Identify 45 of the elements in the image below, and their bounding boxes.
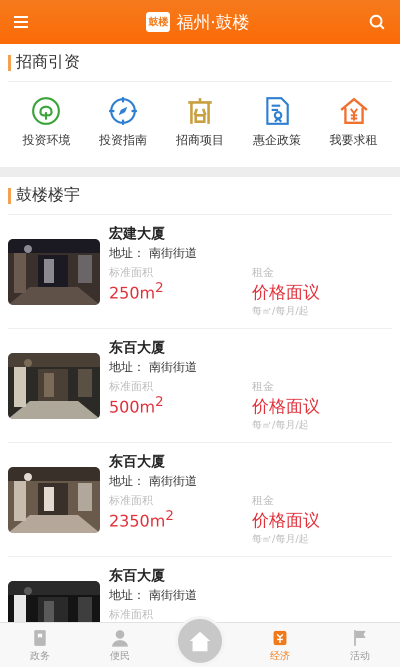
- rent-unit: 每㎡/每月/起: [252, 304, 310, 318]
- accent-bar: [8, 188, 11, 204]
- rent-unit: 每㎡/每月/起: [252, 532, 310, 546]
- rent-label: 租金: [252, 379, 275, 394]
- search-icon[interactable]: [368, 13, 386, 31]
- building-name[interactable]: 东百大厦: [109, 453, 395, 471]
- area-value: 2350m$^{2}$: [109, 509, 175, 530]
- shortcut-link[interactable]: 我要求租: [330, 132, 378, 149]
- shortcut-link[interactable]: 招商项目: [176, 132, 224, 149]
- accent-bar: [8, 54, 11, 70]
- address-text: 南街街道: [149, 473, 197, 490]
- rent-value: 价格面议: [252, 510, 321, 532]
- shortcut-link[interactable]: 投资环境: [22, 132, 70, 149]
- area-value: 250m$^{2}$: [109, 281, 165, 302]
- building-name[interactable]: 东百大厦: [109, 339, 395, 357]
- address-label: 地址：: [109, 245, 145, 262]
- area-label: 标准面积: [109, 607, 154, 622]
- shortcut-link[interactable]: 投资指南: [99, 132, 148, 149]
- rent-value: 价格面议: [252, 282, 321, 304]
- rent-label: 租金: [252, 493, 275, 508]
- building-name[interactable]: 宏建大厦: [109, 225, 395, 243]
- area-label: 标准面积: [109, 493, 154, 508]
- area-label: 标准面积: [109, 379, 154, 394]
- area-label: 标准面积: [109, 265, 154, 280]
- person-icon: [110, 628, 130, 648]
- section-title: 招商引资: [16, 52, 80, 73]
- logo-badge: 鼓楼: [146, 12, 170, 32]
- compass-icon: [108, 96, 138, 126]
- tree-icon: [31, 96, 62, 126]
- shortcut-link[interactable]: 惠企政策: [252, 132, 301, 149]
- rent-label: 租金: [252, 265, 275, 280]
- address-label: 地址：: [109, 587, 145, 604]
- rent-unit: 每㎡/每月/起: [252, 418, 310, 432]
- app-title: 福州·鼓楼: [176, 12, 250, 34]
- address-text: 南街街道: [149, 587, 197, 604]
- address-text: 南街街道: [149, 245, 197, 262]
- menu-icon[interactable]: [14, 16, 28, 28]
- area-value: 500m$^{2}$: [109, 395, 165, 416]
- building-name[interactable]: 东百大厦: [109, 567, 395, 585]
- address-text: 南街街道: [149, 359, 197, 376]
- address-label: 地址：: [109, 473, 145, 490]
- section-title: 鼓楼楼宇: [16, 185, 80, 206]
- rent-value: 价格面议: [252, 396, 321, 418]
- address-label: 地址：: [109, 359, 145, 376]
- house-icon: [338, 96, 369, 126]
